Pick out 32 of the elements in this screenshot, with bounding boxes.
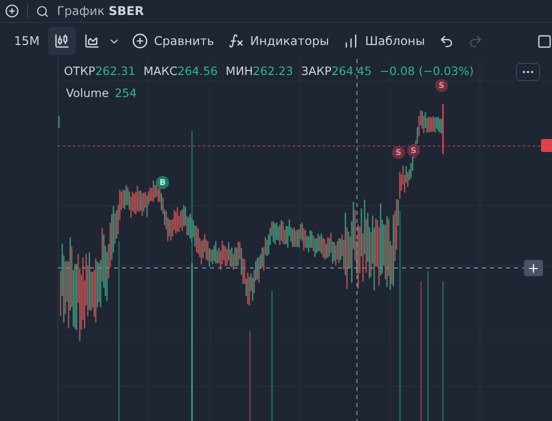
function-icon [228, 33, 244, 49]
candlestick-icon [54, 33, 70, 49]
legend-change: −0.08 (−0.03%) [380, 64, 474, 78]
toolbar-button[interactable]: Шаблоны [337, 27, 431, 55]
trade-marker: S [435, 79, 448, 92]
legend-value: МИН262.23 [226, 64, 294, 78]
crosshair-plus-button[interactable] [524, 260, 543, 276]
chart-type-button[interactable] [48, 27, 76, 55]
chart-title: График [57, 4, 105, 18]
redo-icon [468, 34, 483, 48]
plus-circle-icon [132, 33, 148, 49]
legend-value: МАКС264.56 [143, 64, 218, 78]
plus-icon [527, 262, 540, 274]
square-icon[interactable] [537, 34, 552, 48]
search-icon[interactable] [36, 4, 49, 18]
price-label [541, 139, 552, 152]
interval-button[interactable]: 15M [8, 27, 46, 55]
volume-value: 254 [114, 86, 137, 100]
legend-value: ЗАКР264.45 [301, 64, 372, 78]
symbol-name[interactable]: SBER [108, 4, 144, 18]
area-chart-icon [84, 33, 100, 49]
legend-value: ОТКР262.31 [64, 64, 136, 78]
toolbar-button[interactable]: Индикаторы [222, 27, 336, 55]
volume-label: Volume [66, 86, 109, 100]
trade-marker: S [392, 146, 405, 159]
more-button[interactable] [516, 63, 540, 81]
toolbar-button[interactable]: Сравнить [126, 27, 220, 55]
add-icon[interactable] [5, 4, 19, 18]
trade-marker: B [156, 176, 169, 189]
trade-marker: S [407, 144, 420, 157]
bar-chart-icon [343, 33, 360, 49]
undo-icon [439, 34, 454, 48]
